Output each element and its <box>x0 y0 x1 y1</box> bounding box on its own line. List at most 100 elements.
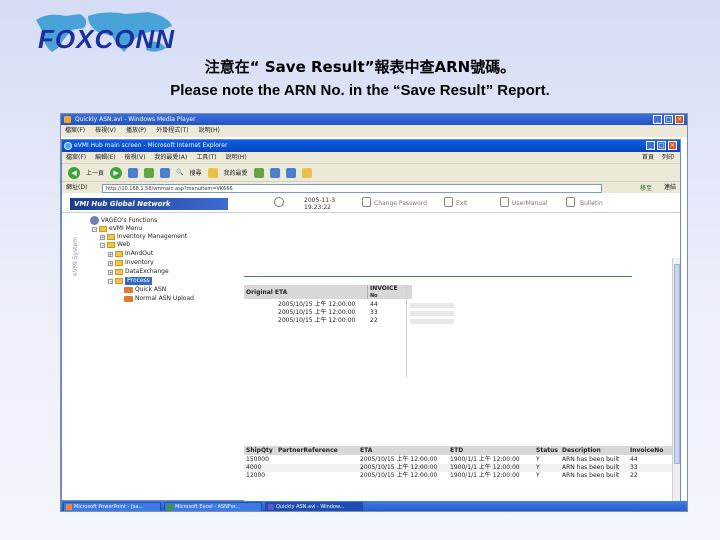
folder-icon[interactable] <box>301 167 312 178</box>
embedded-screenshot: Quickly ASN.avi - Windows Media Player _… <box>60 113 688 512</box>
col-eta: ETA <box>360 447 373 454</box>
wmp-menu-play[interactable]: 播放(P) <box>126 125 146 137</box>
wmp-title-text: Quickly ASN.avi - Windows Media Player <box>75 116 196 123</box>
tree-item-evmi-menu[interactable]: − eVMI Menu <box>92 225 142 233</box>
side-label: eVMI System <box>72 236 79 276</box>
ie-close-button[interactable]: × <box>668 141 677 150</box>
change-password-link[interactable]: Change Password <box>374 200 427 207</box>
expand-icon[interactable]: + <box>108 251 113 257</box>
favorites-button-label[interactable]: 我的最愛 <box>224 168 248 177</box>
ie-menu-file[interactable]: 檔案(F) <box>66 152 86 163</box>
ie-menu-favorites[interactable]: 我的最愛(A) <box>154 152 187 163</box>
tree-item-inandout[interactable]: + InAndOut <box>108 250 153 258</box>
ie-icon <box>64 142 72 150</box>
collapse-icon[interactable]: − <box>92 226 97 232</box>
address-input[interactable]: http://10.168.1.58/vmmain.asp?menuItem=V… <box>102 184 602 193</box>
tree-item-dataexchange[interactable]: + DataExchange <box>108 268 169 276</box>
key-icon[interactable] <box>362 197 371 207</box>
favorites-star-icon[interactable] <box>207 167 218 178</box>
print-icon[interactable] <box>285 167 296 178</box>
tree-item-label[interactable]: Inventory <box>125 259 154 267</box>
exit-link[interactable]: Exit <box>456 200 467 207</box>
expand-icon[interactable]: + <box>108 260 113 266</box>
vertical-scrollbar[interactable] <box>672 258 680 502</box>
cell-etd: 1900/1/1 上午 12:00:00 <box>450 472 520 479</box>
cell-invoice: 22 <box>630 472 638 479</box>
tree-item-label[interactable]: Inventory Management <box>117 233 187 241</box>
folder-icon <box>107 234 115 240</box>
wmp-menu-plugins[interactable]: 外掛程式(T) <box>156 125 188 137</box>
function-tree: VAGEO's Functions − eVMI Menu + Inventor… <box>86 216 236 326</box>
tree-item-label[interactable]: Quick ASN <box>135 286 166 294</box>
windows-taskbar: Microsoft PowerPoint - [sa... Microsoft … <box>61 501 687 511</box>
minimize-button[interactable]: _ <box>653 115 662 124</box>
forward-arrow-icon[interactable]: ▶ <box>110 166 123 179</box>
exit-icon[interactable] <box>444 197 453 207</box>
cell-status: Y <box>536 456 540 463</box>
cell-status: Y <box>536 464 540 471</box>
back-button-label[interactable]: 上一頁 <box>86 168 104 177</box>
back-arrow-icon[interactable]: ◀ <box>68 166 80 179</box>
tree-item-label[interactable]: Process <box>125 277 152 285</box>
bulletin-link[interactable]: Bulletin <box>580 200 603 207</box>
vmi-header: VMI Hub Global Network 2005-11-3 19:23:2… <box>62 195 680 213</box>
wmp-menu-view[interactable]: 檢視(V) <box>95 125 116 137</box>
search-button-label[interactable]: 搜尋 <box>190 168 202 177</box>
tree-item-label[interactable]: eVMI Menu <box>109 225 142 233</box>
taskbar-media-player[interactable]: Quickly ASN.avi - Window... <box>265 502 363 511</box>
print-link[interactable]: 列印 <box>662 152 674 163</box>
ie-menu-tools[interactable]: 工具(T) <box>196 152 216 163</box>
tree-item-label[interactable]: DataExchange <box>125 268 169 276</box>
col-invoice-no: No <box>370 293 378 299</box>
tree-item-label[interactable]: Normal ASN Upload <box>135 295 194 303</box>
search-icon[interactable]: 🔍 <box>176 169 183 176</box>
collapse-icon[interactable]: − <box>108 278 113 284</box>
ie-menu-help[interactable]: 說明(H) <box>226 152 247 163</box>
cell-description: ARN has been built <box>562 456 620 463</box>
tree-item-inventory[interactable]: + Inventory <box>108 259 154 267</box>
vmi-hub-logo: VMI Hub Global Network <box>70 198 228 210</box>
manual-icon[interactable] <box>500 197 509 207</box>
tree-item-label[interactable]: InAndOut <box>125 250 153 258</box>
tree-item-process[interactable]: − Process <box>108 277 152 285</box>
stop-icon[interactable] <box>128 167 139 178</box>
col-invoice-no: InvoiceNo <box>630 447 664 454</box>
ie-maximize-button[interactable]: □ <box>657 141 666 150</box>
go-button[interactable]: 移至 <box>640 183 652 195</box>
links-button[interactable]: 連結 <box>664 182 676 194</box>
tree-item-label[interactable]: Web <box>117 241 130 249</box>
wmp-menu-file[interactable]: 檔案(F) <box>65 125 85 137</box>
ie-menu-view[interactable]: 檢視(V) <box>125 152 146 163</box>
mail-icon[interactable] <box>269 167 280 178</box>
refresh-icon[interactable] <box>144 167 155 178</box>
ie-toolbar: ◀ 上一頁 ▶ 🔍 搜尋 我的最愛 <box>62 163 680 181</box>
wmp-menu-help[interactable]: 說明(H) <box>199 125 220 137</box>
scrollbar-thumb[interactable] <box>674 264 680 464</box>
tree-item-normal-asn-upload[interactable]: Normal ASN Upload <box>124 295 194 303</box>
close-button[interactable]: × <box>675 115 684 124</box>
grid-vertical-line <box>406 285 407 377</box>
expand-icon[interactable]: + <box>100 234 105 240</box>
collapse-icon[interactable]: − <box>100 242 105 248</box>
tree-item-quick-asn[interactable]: Quick ASN <box>124 286 166 294</box>
slide-title-english: Please note the ARN No. in the “Save Res… <box>170 82 550 99</box>
maximize-button[interactable]: □ <box>664 115 673 124</box>
home-icon[interactable] <box>160 167 171 178</box>
tree-item-inventory-management[interactable]: + Inventory Management <box>100 233 187 241</box>
home-link[interactable]: 首頁 <box>642 152 654 163</box>
ie-title-text: eVMI Hub main screen - Microsoft Interne… <box>74 142 228 149</box>
expand-icon[interactable]: + <box>108 269 113 275</box>
ie-minimize-button[interactable]: _ <box>646 141 655 150</box>
address-label: 網址(D) <box>66 184 88 191</box>
user-manual-link[interactable]: UserManual <box>512 200 547 207</box>
tree-item-web[interactable]: − Web <box>100 241 130 249</box>
bulletin-icon[interactable] <box>566 197 575 207</box>
cell-invoice: 44 <box>370 301 378 308</box>
address-bar: 網址(D) http://10.168.1.58/vmmain.asp?menu… <box>62 181 680 193</box>
taskbar-powerpoint[interactable]: Microsoft PowerPoint - [sa... <box>63 502 161 511</box>
ie-menu-edit[interactable]: 編輯(E) <box>95 152 115 163</box>
taskbar-excel[interactable]: Microsoft Excel - ASNFor... <box>164 502 262 511</box>
ie-window: eVMI Hub main screen - Microsoft Interne… <box>61 139 681 502</box>
cell-qty: 150000 <box>246 456 269 463</box>
media-icon[interactable] <box>253 167 264 178</box>
